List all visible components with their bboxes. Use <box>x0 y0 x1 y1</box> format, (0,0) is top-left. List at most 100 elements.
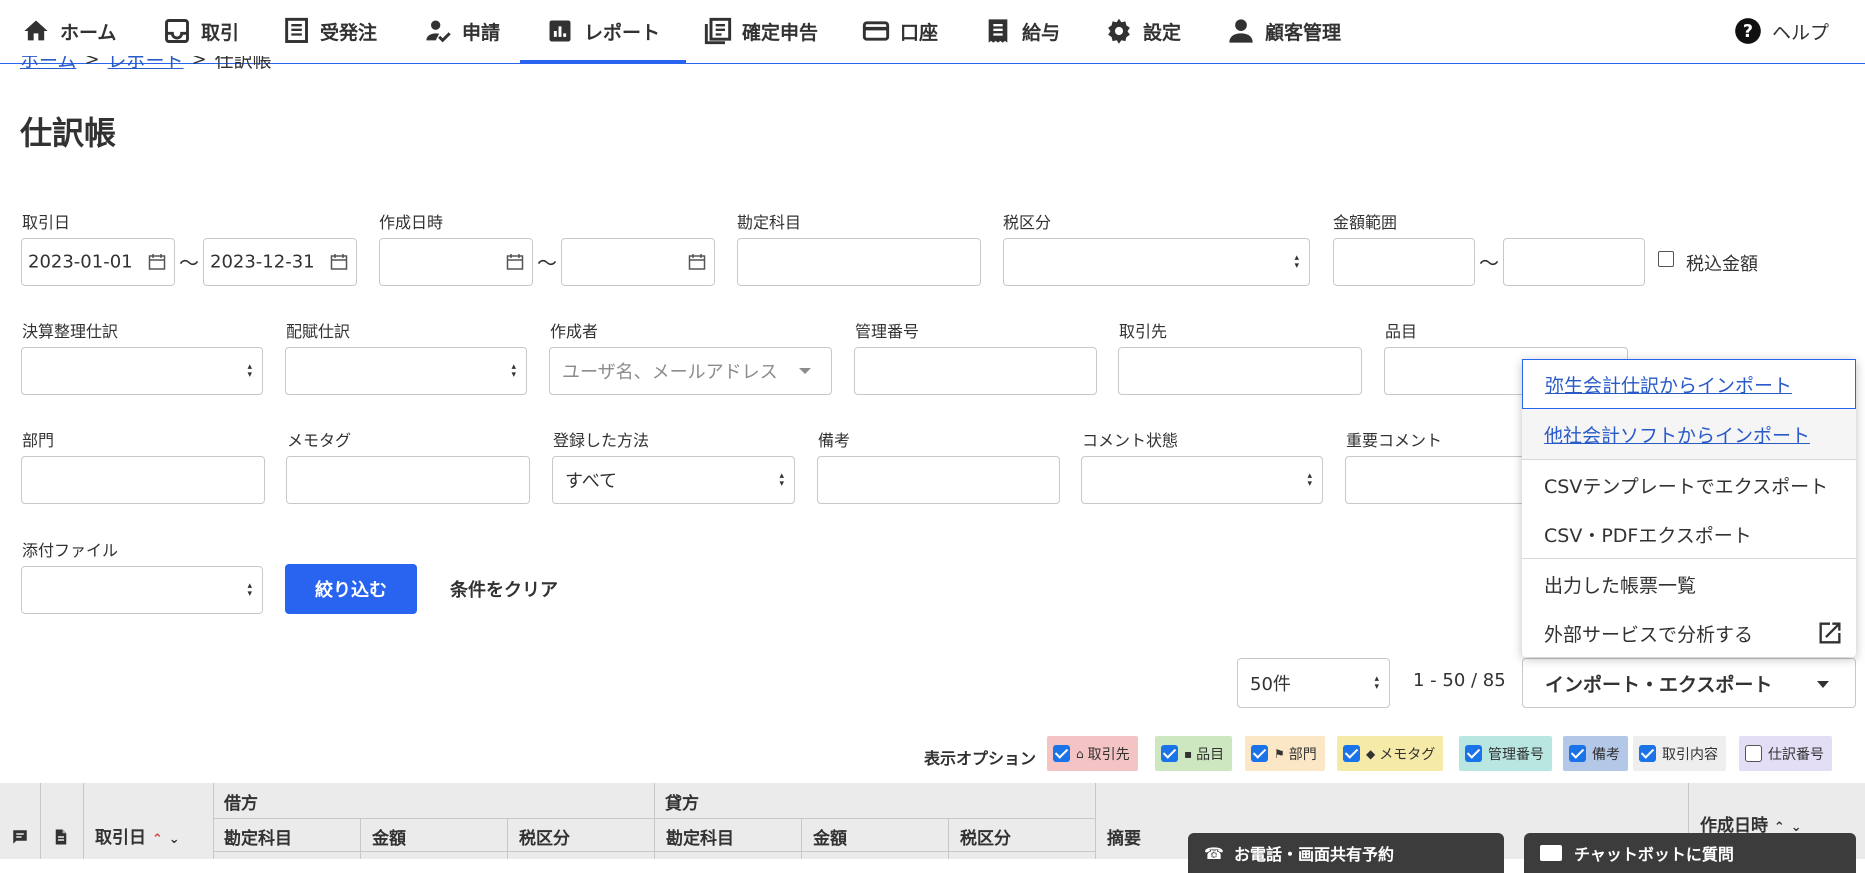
amount-min-input[interactable] <box>1333 238 1475 286</box>
calendar-icon[interactable] <box>148 253 166 271</box>
transaction-date-to-input[interactable]: 2023-12-31 <box>203 238 357 286</box>
top-navigation: ホーム 取引 受発注 申請 レポート 確定申告 口座 給与 設定 顧客管理 ? … <box>0 0 1865 64</box>
allocation-entry-select[interactable] <box>285 347 527 395</box>
sort-ascending-icon[interactable]: ⌃ <box>152 832 163 847</box>
approval-icon <box>426 20 451 43</box>
remarks-label: 備考 <box>818 431 851 450</box>
chip-label: 品目 <box>1196 746 1225 763</box>
management-number-input[interactable] <box>854 347 1097 395</box>
report-icon <box>549 20 571 42</box>
menu-item-other-software-import[interactable]: 他社会計ソフトからインポート <box>1522 409 1856 459</box>
tax-category-select[interactable] <box>1003 238 1310 286</box>
transaction-date-column-header[interactable]: 取引日 ⌃ ⌄ <box>95 823 180 848</box>
tax-included-checkbox[interactable] <box>1658 251 1674 267</box>
column-divider <box>360 818 361 859</box>
option-chip-partner[interactable]: ⌂ 取引先 <box>1047 736 1138 771</box>
attachment-label: 添付ファイル <box>22 541 119 560</box>
breadcrumb-home-link[interactable]: ホーム <box>20 56 76 73</box>
calendar-icon[interactable] <box>506 253 524 271</box>
widget-label: チャットボットに質問 <box>1574 845 1734 864</box>
debit-header: 借方 <box>224 794 258 814</box>
option-chip-remarks[interactable]: 備考 <box>1563 736 1628 771</box>
column-divider <box>213 783 214 859</box>
amount-max-input[interactable] <box>1503 238 1645 286</box>
nav-orders[interactable]: 受発注 <box>282 0 377 62</box>
nav-label: 取引 <box>201 21 240 44</box>
range-separator: ～ <box>179 251 199 275</box>
nav-account[interactable]: 口座 <box>862 0 938 62</box>
sort-descending-icon[interactable]: ⌄ <box>169 832 180 847</box>
calendar-icon[interactable] <box>688 253 706 271</box>
comment-status-select[interactable] <box>1081 456 1323 504</box>
option-chip-journal-number[interactable]: 仕訳番号 <box>1739 736 1832 771</box>
date-value: 2023-12-31 <box>210 251 315 273</box>
nav-help[interactable]: ? ヘルプ <box>1734 0 1829 62</box>
nav-label: ホーム <box>60 21 117 44</box>
date-value: 2023-01-01 <box>28 251 133 273</box>
created-at-from-input[interactable] <box>379 238 533 286</box>
flag-icon: ⚑ <box>1274 746 1285 761</box>
transaction-date-from-input[interactable]: 2023-01-01 <box>21 238 175 286</box>
account-item-label: 勘定科目 <box>737 213 802 232</box>
nav-home[interactable]: ホーム <box>22 0 116 62</box>
section-input[interactable] <box>21 456 265 504</box>
checkbox-checked-icon <box>1465 745 1482 762</box>
import-export-button[interactable]: インポート・エクスポート <box>1522 658 1856 708</box>
menu-item-csv-pdf-export[interactable]: CSV・PDFエクスポート <box>1522 509 1856 559</box>
page-range: 1 - 50 / 85 <box>1413 670 1506 691</box>
clear-conditions-button[interactable]: 条件をクリア <box>450 576 558 602</box>
transaction-icon <box>165 19 189 43</box>
memo-tag-input[interactable] <box>286 456 530 504</box>
nav-customer[interactable]: 顧客管理 <box>1227 0 1341 62</box>
registration-method-select[interactable]: すべて <box>552 456 795 504</box>
menu-item-external-analysis[interactable]: 外部サービスで分析する <box>1522 608 1856 658</box>
attachment-select[interactable] <box>21 566 263 614</box>
option-chip-section[interactable]: ⚑ 部門 <box>1245 736 1325 771</box>
column-label: 取引日 <box>95 828 146 848</box>
phone-reservation-widget[interactable]: ☎ お電話・画面共有予約 <box>1188 833 1504 873</box>
checkbox-checked-icon <box>1343 745 1360 762</box>
per-page-select[interactable]: 50件 <box>1237 658 1390 708</box>
breadcrumb-report-link[interactable]: レポート <box>108 56 184 73</box>
nav-transactions[interactable]: 取引 <box>163 0 239 62</box>
section-label: 部門 <box>22 431 55 450</box>
option-chip-item[interactable]: ▪ 品目 <box>1155 736 1233 771</box>
range-separator: ～ <box>537 251 557 275</box>
column-divider <box>83 783 84 859</box>
nav-approval[interactable]: 申請 <box>424 0 500 62</box>
nav-label: 給与 <box>1022 21 1061 44</box>
nav-settings[interactable]: 設定 <box>1105 0 1181 62</box>
nav-tax-return[interactable]: 確定申告 <box>704 0 818 62</box>
column-divider <box>1095 783 1096 859</box>
calendar-icon[interactable] <box>330 253 348 271</box>
payroll-icon <box>988 19 1008 43</box>
svg-text:?: ? <box>1743 22 1753 42</box>
partner-input[interactable] <box>1118 347 1362 395</box>
account-item-input[interactable] <box>737 238 981 286</box>
nav-label: 設定 <box>1143 21 1182 44</box>
caret-down-icon <box>1817 681 1829 688</box>
creator-label: 作成者 <box>550 322 599 341</box>
created-at-to-input[interactable] <box>561 238 715 286</box>
credit-amount-header: 金額 <box>813 829 847 849</box>
chatbot-widget[interactable]: チャットボットに質問 <box>1524 833 1856 873</box>
option-chip-management-number[interactable]: 管理番号 <box>1459 736 1552 771</box>
nav-label: 確定申告 <box>742 21 819 44</box>
closing-entry-select[interactable] <box>21 347 263 395</box>
nav-report[interactable]: レポート <box>519 0 687 64</box>
menu-item-output-list[interactable]: 出力した帳票一覧 <box>1522 559 1856 609</box>
chip-label: 部門 <box>1288 746 1317 763</box>
menu-item-csv-template-export[interactable]: CSVテンプレートでエクスポート <box>1522 460 1856 510</box>
transaction-date-label: 取引日 <box>22 213 71 232</box>
filter-button[interactable]: 絞り込む <box>285 564 417 614</box>
column-divider <box>654 783 655 859</box>
option-chip-memo-tag[interactable]: ◆ メモタグ <box>1337 736 1444 771</box>
remarks-input[interactable] <box>817 456 1060 504</box>
column-divider <box>801 818 802 859</box>
nav-payroll[interactable]: 給与 <box>984 0 1060 62</box>
creator-select[interactable]: ユーザ名、メールアドレス <box>549 347 832 395</box>
nav-label: 受発注 <box>320 21 378 44</box>
option-chip-transaction-content[interactable]: 取引内容 <box>1633 736 1726 771</box>
menu-item-yayoi-import[interactable]: 弥生会計仕訳からインポート <box>1522 359 1856 409</box>
memo-tag-label: メモタグ <box>287 431 352 450</box>
